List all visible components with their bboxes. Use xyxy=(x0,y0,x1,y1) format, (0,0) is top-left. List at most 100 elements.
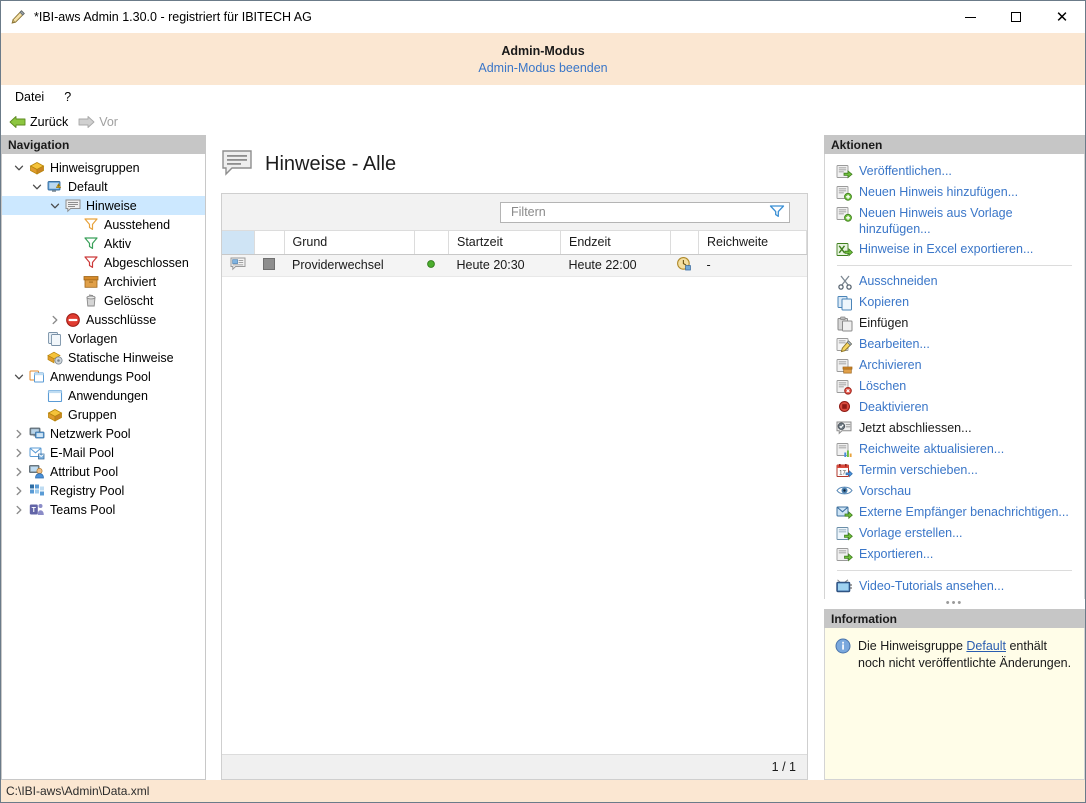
chevron-right-icon[interactable] xyxy=(10,467,27,477)
actions-pane: Aktionen Veröffentlichen...Neuen Hinweis… xyxy=(824,135,1085,780)
page-title: Hinweise - Alle xyxy=(265,153,396,176)
minimize-button[interactable] xyxy=(947,1,993,33)
sidebar-item-e-mail-pool[interactable]: E-Mail Pool xyxy=(2,443,205,462)
action-einfuegen[interactable]: Einfügen xyxy=(825,313,1084,334)
sidebar-item-label: Ausstehend xyxy=(101,218,170,232)
sidebar-item-anwendungen[interactable]: Anwendungen xyxy=(2,386,205,405)
action-vorlage-erstellen[interactable]: Vorlage erstellen... xyxy=(825,523,1084,544)
action-vorlage-erstellen-label: Vorlage erstellen... xyxy=(855,523,963,543)
chevron-right-icon[interactable] xyxy=(10,448,27,458)
actions-separator xyxy=(837,265,1072,266)
actions-pane-header: Aktionen xyxy=(824,135,1085,154)
endzeit-cell: Heute 22:00 xyxy=(561,254,671,276)
navigation-tree[interactable]: HinweisgruppenDefaultHinweise Ausstehend A… xyxy=(1,154,206,780)
chevron-down-icon[interactable] xyxy=(10,372,27,382)
col-state-header[interactable] xyxy=(254,231,284,254)
grid-toolbar xyxy=(222,194,807,231)
menu-datei[interactable]: Datei xyxy=(15,90,44,104)
back-arrow-icon xyxy=(9,115,26,129)
sidebar-item-anwendungs-pool[interactable]: Anwendungs Pool xyxy=(2,367,205,386)
sidebar-item-ausstehend[interactable]: Ausstehend xyxy=(2,215,205,234)
col-indicator-header[interactable] xyxy=(415,231,449,254)
action-kopieren[interactable]: Kopieren xyxy=(825,292,1084,313)
col-startzeit-header[interactable]: Startzeit xyxy=(449,231,561,254)
action-jetzt-abschliessen-label: Jetzt abschliessen... xyxy=(855,418,972,438)
action-excel-export[interactable]: Hinweise in Excel exportieren... xyxy=(825,239,1084,260)
action-bearbeiten-label: Bearbeiten... xyxy=(855,334,930,354)
col-endzeit-header[interactable]: Endzeit xyxy=(561,231,671,254)
chevron-down-icon[interactable] xyxy=(46,201,63,211)
filter-orange-icon xyxy=(83,217,99,232)
sidebar-item-archiviert[interactable]: Archiviert xyxy=(2,272,205,291)
main-body: Navigation HinweisgruppenDefaultHinweise… xyxy=(1,135,1085,780)
action-exportieren[interactable]: Exportieren... xyxy=(825,544,1084,565)
sidebar-item-label: E-Mail Pool xyxy=(47,446,114,460)
chevron-right-icon[interactable] xyxy=(46,315,63,325)
sidebar-item-hinweisgruppen[interactable]: Hinweisgruppen xyxy=(2,158,205,177)
search-input[interactable] xyxy=(509,204,769,220)
action-neuen-hinweis-aus-vorlage[interactable]: Neuen Hinweis aus Vorlage hinzufügen... xyxy=(825,203,1084,239)
actions-resize-grip[interactable]: ••• xyxy=(824,599,1085,609)
action-bearbeiten[interactable]: Bearbeiten... xyxy=(825,334,1084,355)
action-ausschneiden[interactable]: Ausschneiden xyxy=(825,271,1084,292)
chevron-down-icon[interactable] xyxy=(28,182,45,192)
col-type-header[interactable] xyxy=(222,231,254,254)
chevron-down-icon[interactable] xyxy=(10,163,27,173)
scissors-icon xyxy=(837,274,853,290)
sidebar-item-hinweise[interactable]: Hinweise xyxy=(2,196,205,215)
sidebar-item-statische-hinweise[interactable]: Statische Hinweise xyxy=(2,348,205,367)
publish-icon xyxy=(834,161,855,180)
table-row[interactable]: ProviderwechselHeute 20:30Heute 22:00- xyxy=(222,254,807,276)
action-video-tutorials[interactable]: Video-Tutorials ansehen... xyxy=(825,576,1084,597)
filter-icon[interactable] xyxy=(769,204,785,221)
action-neuen-hinweis-hinzufuegen[interactable]: Neuen Hinweis hinzufügen... xyxy=(825,182,1084,203)
action-loeschen[interactable]: Löschen xyxy=(825,376,1084,397)
sidebar-item-vorlagen[interactable]: Vorlagen xyxy=(2,329,205,348)
sidebar-item-netzwerk-pool[interactable]: Netzwerk Pool xyxy=(2,424,205,443)
action-externe-empfaenger[interactable]: Externe Empfänger benachrichtigen... xyxy=(825,502,1084,523)
sidebar-item-aktiv[interactable]: Aktiv xyxy=(2,234,205,253)
close-button[interactable]: ✕ xyxy=(1039,1,1085,33)
action-vorschau[interactable]: Vorschau xyxy=(825,481,1084,502)
sidebar-item-attribut-pool[interactable]: Attribut Pool xyxy=(2,462,205,481)
chevron-right-icon[interactable] xyxy=(10,486,27,496)
action-termin-verschieben[interactable]: 17Termin verschieben... xyxy=(825,460,1084,481)
menu-hilfe[interactable]: ? xyxy=(64,90,71,104)
sidebar-item-ausschl-sse[interactable]: Ausschlüsse xyxy=(2,310,205,329)
sidebar-item-default[interactable]: Default xyxy=(2,177,205,196)
col-clock-header[interactable] xyxy=(671,231,699,254)
sidebar-item-gel-scht[interactable]: Gelöscht xyxy=(2,291,205,310)
information-group-link[interactable]: Default xyxy=(966,639,1006,653)
sidebar-item-abgeschlossen[interactable]: Abgeschlossen xyxy=(2,253,205,272)
admin-mode-exit-link[interactable]: Admin-Modus beenden xyxy=(478,61,607,75)
navigation-pane-header: Navigation xyxy=(1,135,206,154)
column-header-label: Startzeit xyxy=(457,235,503,249)
action-jetzt-abschliessen[interactable]: Jetzt abschliessen... xyxy=(825,418,1084,439)
sidebar-item-label: Registry Pool xyxy=(47,484,124,498)
action-reichweite-aktualisieren[interactable]: Reichweite aktualisieren... xyxy=(825,439,1084,460)
col-grund-header[interactable]: Grund xyxy=(284,231,415,254)
sidebar-item-teams-pool[interactable]: TTeams Pool xyxy=(2,500,205,519)
menu-bar: Datei ? xyxy=(1,85,1085,109)
filter-box[interactable] xyxy=(500,202,790,223)
back-button[interactable]: Zurück xyxy=(9,115,68,129)
action-veroeffentlichen[interactable]: Veröffentlichen... xyxy=(825,161,1084,182)
col-reichweite-header[interactable]: Reichweite xyxy=(699,231,807,254)
group-box-icon xyxy=(29,160,45,176)
chevron-right-icon[interactable] xyxy=(10,429,27,439)
network-icon xyxy=(29,426,45,441)
maximize-button[interactable] xyxy=(993,1,1039,33)
information-text-before: Die Hinweisgruppe xyxy=(858,639,966,653)
svg-text:T: T xyxy=(32,507,37,514)
publish-icon xyxy=(836,164,853,180)
sidebar-item-gruppen[interactable]: Gruppen xyxy=(2,405,205,424)
add-notice-icon xyxy=(834,203,855,222)
column-header-label: Reichweite xyxy=(707,235,768,249)
chevron-right-icon[interactable] xyxy=(10,505,27,515)
sidebar-item-registry-pool[interactable]: Registry Pool xyxy=(2,481,205,500)
external-mail-icon xyxy=(836,505,853,520)
action-deaktivieren[interactable]: Deaktivieren xyxy=(825,397,1084,418)
action-archivieren[interactable]: Archivieren xyxy=(825,355,1084,376)
forward-button[interactable]: Vor xyxy=(78,115,118,129)
grey-square-icon-cell xyxy=(254,254,284,276)
